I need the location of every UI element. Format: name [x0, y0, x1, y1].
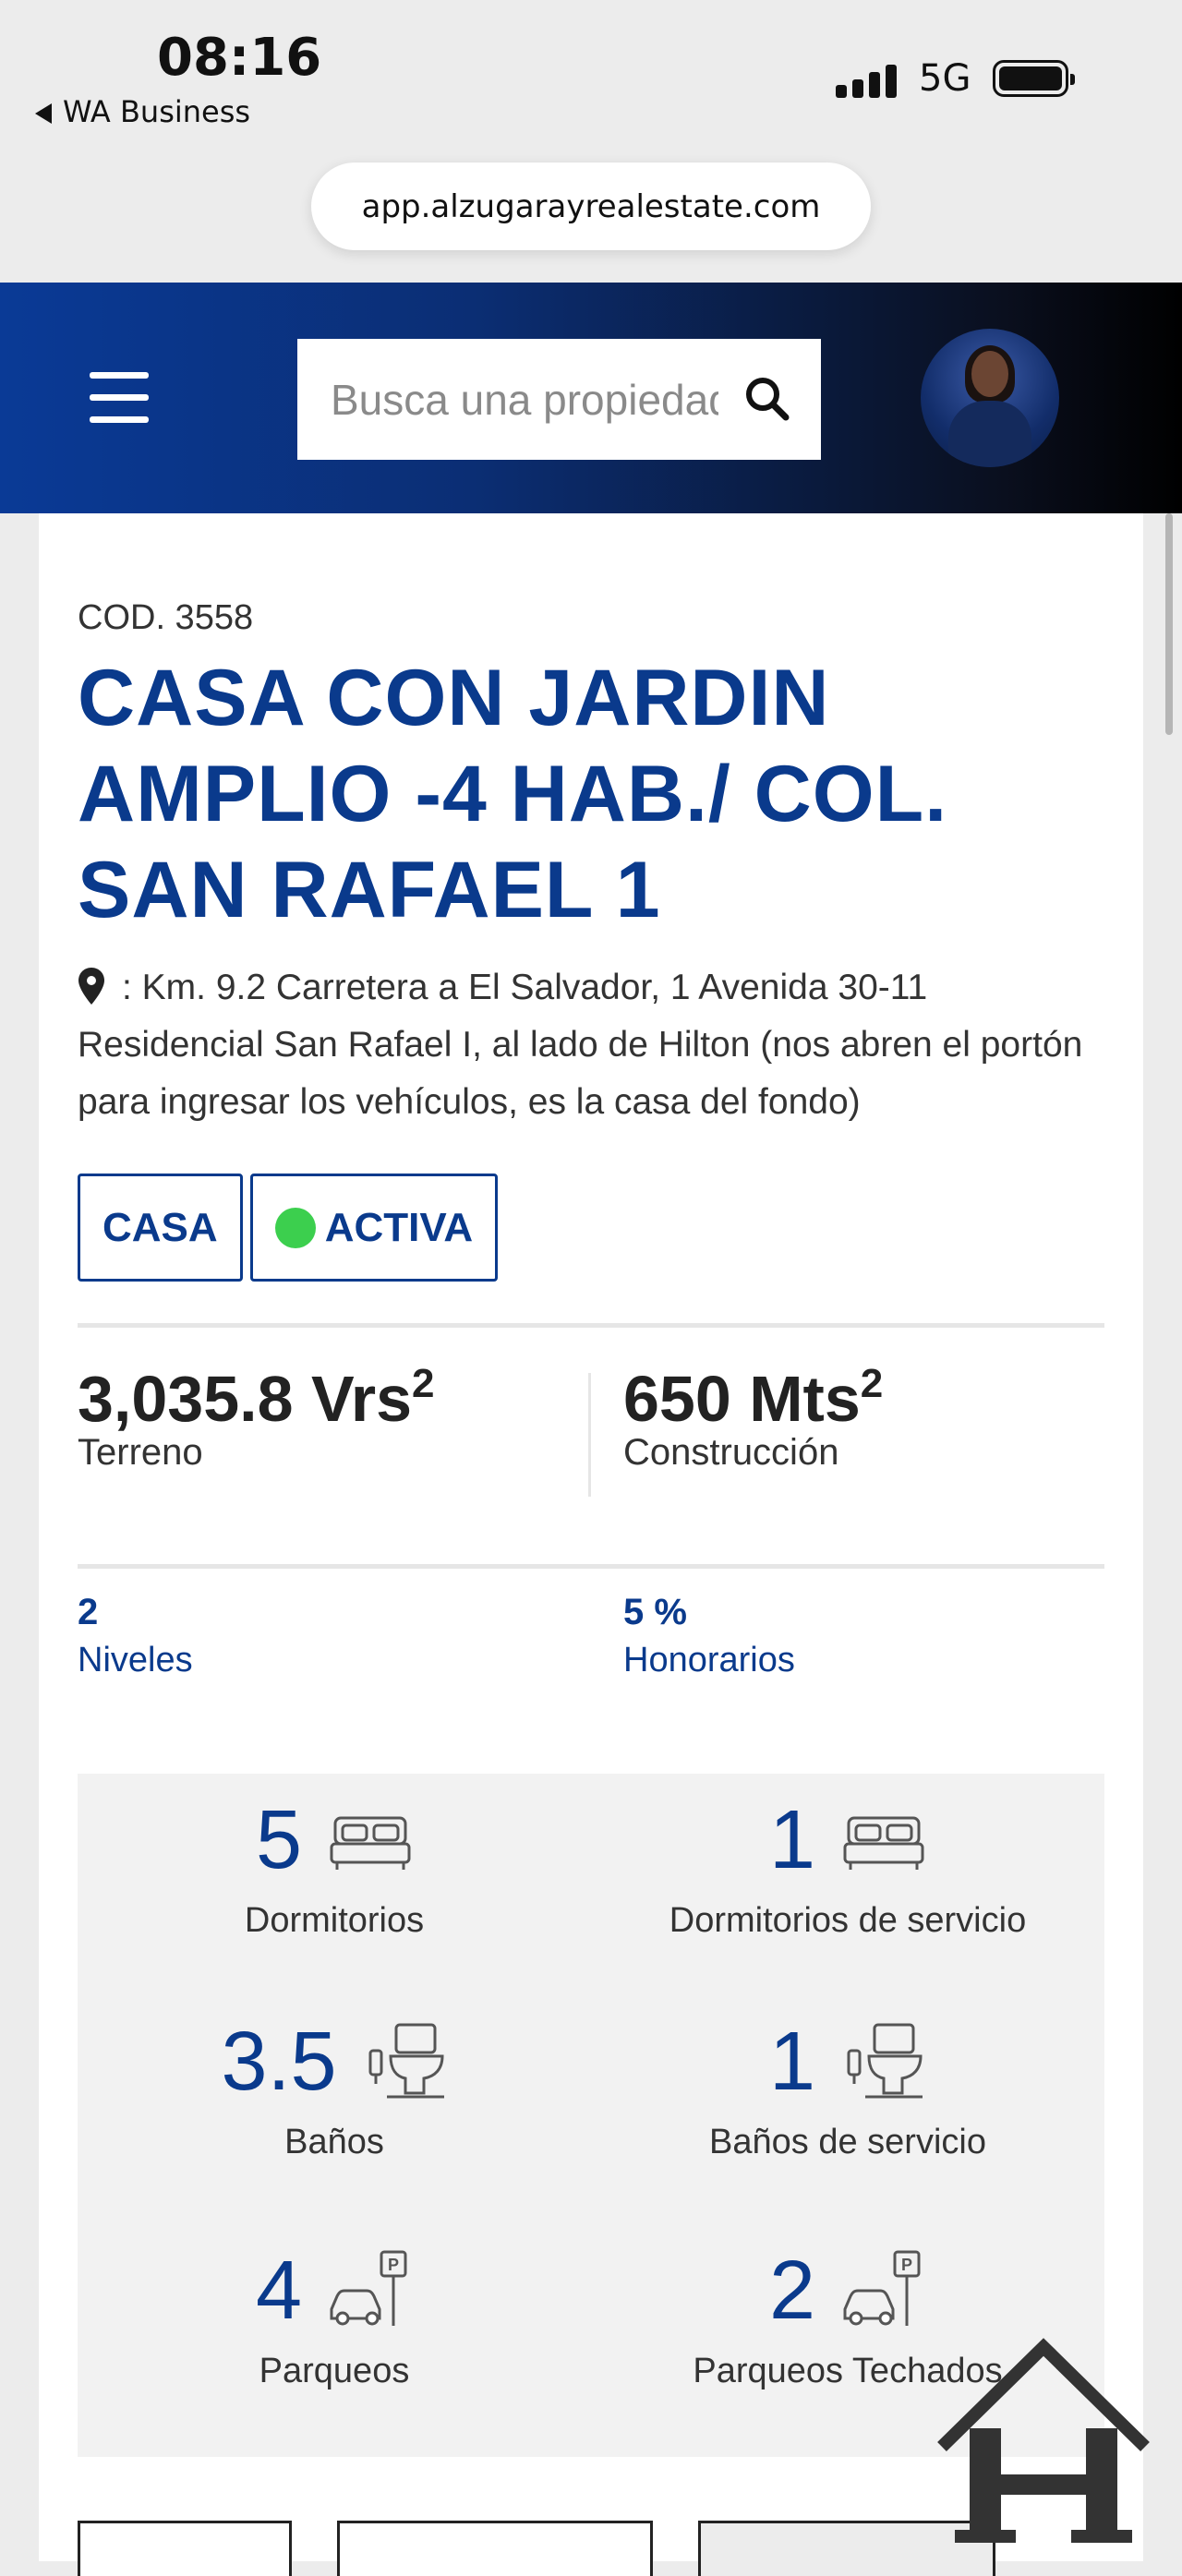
- listing-card: COD. 3558 CASA CON JARDIN AMPLIO -4 HAB.…: [39, 513, 1143, 2576]
- land-metric: 3,035.8 Vrs2 Terreno: [78, 1361, 435, 1473]
- parking-car-icon: P: [843, 2250, 921, 2326]
- feature-service-bedrooms: 1 Dormitorios de servicio: [669, 1794, 1027, 1940]
- address-text: : Km. 9.2 Carretera a El Salvador, 1 Ave…: [78, 968, 1083, 1122]
- land-label: Terreno: [78, 1432, 203, 1473]
- feature-bedrooms: 5 Dormitorios: [244, 1794, 425, 1940]
- construction-label: Construcción: [623, 1432, 839, 1473]
- svg-text:P: P: [388, 2256, 399, 2274]
- listing-code: COD. 3558: [78, 598, 254, 637]
- site-header: [0, 283, 1182, 513]
- listing-title: CASA CON JARDIN AMPLIO -4 HAB./ COL. SAN…: [78, 654, 948, 934]
- back-arrow-icon: [35, 103, 52, 124]
- action-button-2[interactable]: [337, 2521, 653, 2576]
- back-to-app-link[interactable]: WA Business: [35, 94, 250, 129]
- agent-avatar[interactable]: [921, 329, 1059, 467]
- search-icon[interactable]: [742, 374, 792, 424]
- metric-divider: [588, 1373, 591, 1497]
- action-button-1[interactable]: [78, 2521, 292, 2576]
- bed-icon: [843, 1816, 924, 1870]
- scrollbar[interactable]: [1165, 513, 1173, 735]
- status-time: 08:16: [157, 28, 322, 88]
- tag-status[interactable]: ACTIVA: [249, 1174, 499, 1282]
- menu-icon[interactable]: [90, 372, 149, 424]
- toilet-icon: [368, 2023, 444, 2099]
- url-bar[interactable]: app.alzugarayrealestate.com: [311, 163, 871, 250]
- search-input[interactable]: [331, 374, 718, 425]
- feature-service-bathrooms: 1 Baños de servicio: [709, 2016, 986, 2161]
- search-box: [297, 339, 821, 460]
- fees-info: 5 % Honorarios: [623, 1592, 795, 1679]
- status-bar: 08:16 WA Business 5G: [0, 0, 1182, 157]
- location-pin-icon: [78, 968, 104, 1005]
- toilet-icon: [847, 2023, 923, 2099]
- signal-icon: [836, 61, 899, 98]
- house-logo-icon: [937, 2338, 1150, 2543]
- feature-bathrooms: 3.5 Baños: [78, 2016, 591, 2162]
- network-type: 5G: [919, 57, 971, 100]
- battery-icon: [993, 60, 1075, 97]
- divider: [78, 1564, 1104, 1569]
- bed-icon: [330, 1816, 411, 1870]
- back-app-label: WA Business: [63, 94, 251, 129]
- construction-metric: 650 Mts2 Construcción: [623, 1361, 884, 1473]
- url-text: app.alzugarayrealestate.com: [361, 187, 821, 225]
- tag-type[interactable]: CASA: [78, 1174, 243, 1282]
- divider: [78, 1323, 1104, 1328]
- listing-tags: CASA ACTIVA: [78, 1174, 499, 1282]
- levels-info: 2 Niveles: [78, 1592, 193, 1679]
- status-dot-icon: [274, 1207, 316, 1248]
- svg-text:P: P: [901, 2256, 912, 2274]
- feature-parking: 4 P Parqueos: [78, 2245, 591, 2391]
- listing-address: : Km. 9.2 Carretera a El Salvador, 1 Ave…: [78, 959, 1112, 1131]
- parking-car-icon: P: [330, 2250, 407, 2326]
